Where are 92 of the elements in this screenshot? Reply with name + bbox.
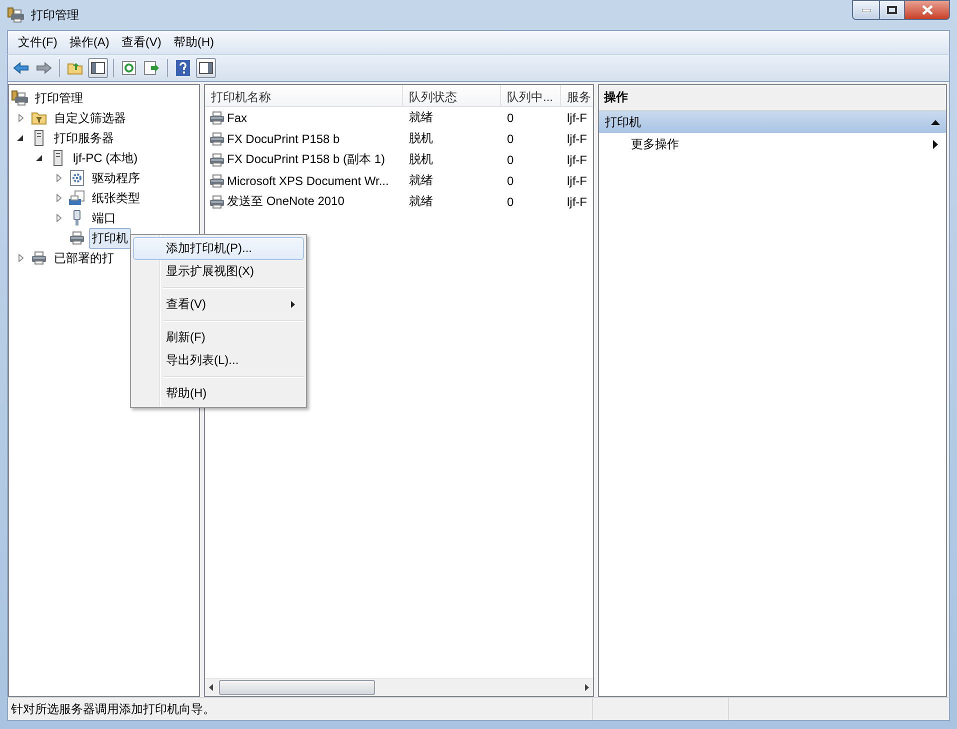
gear-icon [70,170,84,186]
menu-item[interactable]: 查看(V) [115,32,168,53]
context-menu-item[interactable]: 添加打印机(P)... [133,237,304,260]
tree-item[interactable]: 打印机 [89,228,131,248]
export-button[interactable] [142,58,162,78]
table-cell-text: ljf-F [566,132,588,146]
table-cell: 发送至 OneNote 2010 [227,193,344,210]
pane-title: 操作 [599,85,946,111]
table-cell-text: 脱机 [408,130,434,147]
table-cell-text: 0 [506,132,515,146]
collapsed-arrow-icon[interactable] [17,114,25,122]
help-button[interactable] [173,58,193,78]
column-header[interactable]: 队列状态 [403,85,501,106]
forward-arrow-icon [36,62,52,74]
table-cell-text: ljf-F [566,194,588,208]
folder-icon [31,111,47,125]
tree-item[interactable]: 已部署的打 [51,248,117,268]
context-menu-item[interactable]: 查看(V) [133,293,304,316]
table-cell-text: ljf-F [566,110,588,124]
printer-icon [31,251,47,265]
column-header[interactable]: 服务 [561,85,593,106]
minimize-button[interactable] [852,0,880,20]
export-icon [144,61,160,75]
plug-icon [72,210,82,226]
menu-item[interactable]: 文件(F) [12,32,64,53]
collapsed-arrow-icon[interactable] [55,174,63,182]
printer-icon [209,174,225,188]
pane-icon [199,62,213,74]
tree-item[interactable]: 自定义筛选器 [51,108,129,128]
table-cell-text: ljf-F [566,174,588,188]
context-menu-item[interactable]: 显示扩展视图(X) [133,260,304,283]
table-cell-text: 就绪 [408,109,434,126]
table-cell-text: 0 [506,110,515,124]
tree-item[interactable]: 纸张类型 [89,188,143,208]
table-cell-text: 0 [506,194,515,208]
table-cell-text: ljf-F [566,152,588,166]
tree-item[interactable]: 端口 [89,208,119,228]
close-icon [922,5,932,15]
table-cell-text: 0 [506,152,515,166]
table-cell: Microsoft XPS Document Wr... [227,174,389,188]
tree-item[interactable]: 驱动程序 [89,168,143,188]
paper-tray-icon [68,190,86,206]
printer-icon [69,231,85,245]
minimize-icon [862,8,870,12]
scroll-left-icon[interactable] [209,684,213,691]
tree-item[interactable]: 打印管理 [32,88,86,108]
printer-icon [209,110,225,124]
maximize-icon [887,6,897,14]
tree-item[interactable]: ljf-PC (本地) [70,148,141,168]
collapsed-arrow-icon[interactable] [55,214,63,222]
printer-icon [209,152,225,166]
maximize-button[interactable] [880,0,905,20]
printer-icon [11,90,29,106]
printer-icon [7,7,25,23]
printer-icon [209,132,225,146]
horizontal-scrollbar[interactable] [205,678,593,696]
printer-icon [209,194,225,208]
section-header[interactable]: 打印机 [599,111,946,133]
context-menu-item[interactable]: 导出列表(L)... [133,349,304,372]
scroll-right-icon[interactable] [585,684,589,691]
action-link[interactable]: 更多操作 [599,133,946,155]
table-cell-text: 就绪 [408,193,434,210]
action-pane-button[interactable] [196,58,216,78]
tree-item[interactable]: 打印服务器 [51,128,117,148]
server-icon [34,130,44,146]
refresh-button[interactable] [119,58,139,78]
context-menu-item[interactable]: 帮助(H) [133,382,304,405]
status-text: 针对所选服务器调用添加打印机向导。 [10,700,216,718]
expanded-arrow-icon[interactable] [36,154,44,162]
table-cell: Fax [227,110,248,124]
server-icon [53,150,63,166]
table-cell: FX DocuPrint P158 b [227,132,340,146]
back-arrow-icon [13,62,29,74]
menu-item[interactable]: 操作(A) [63,32,116,53]
table-cell: FX DocuPrint P158 b (副本 1) [227,151,386,168]
column-header[interactable]: 打印机名称 [205,85,403,106]
table-cell-text: 0 [506,174,515,188]
folder-icon [67,61,83,75]
help-icon [176,60,190,76]
collapsed-arrow-icon[interactable] [55,194,63,202]
menu-item[interactable]: 帮助(H) [167,32,220,53]
table-cell-text: 脱机 [408,151,434,168]
table-cell-text: 就绪 [408,172,434,189]
collapsed-arrow-icon[interactable] [17,254,25,262]
close-button[interactable] [905,0,950,20]
tree-pane-button[interactable] [88,58,108,78]
context-menu-item[interactable]: 刷新(F) [133,326,304,349]
column-header[interactable]: 队列中... [501,85,561,106]
refresh-icon [122,61,136,75]
window-title: 打印管理 [31,6,79,24]
pane-icon [91,62,105,74]
expanded-arrow-icon[interactable] [17,134,25,142]
